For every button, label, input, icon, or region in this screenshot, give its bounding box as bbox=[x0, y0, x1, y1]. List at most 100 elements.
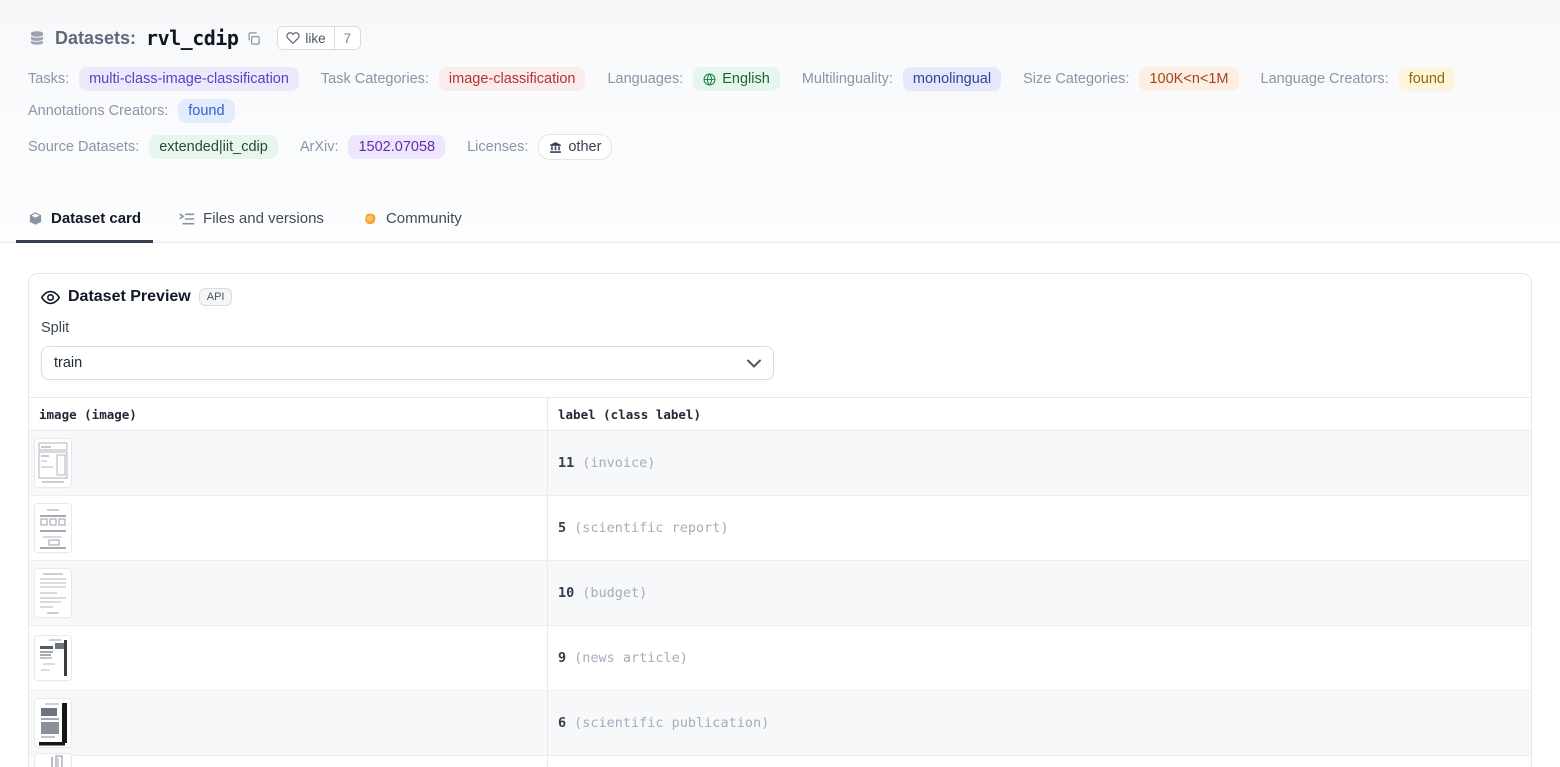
document-thumbnail bbox=[35, 504, 71, 552]
document-thumbnail bbox=[35, 699, 71, 747]
copy-icon[interactable] bbox=[246, 31, 261, 46]
label-cell bbox=[548, 756, 1531, 767]
tab-community[interactable]: Community bbox=[350, 202, 474, 243]
label-name: (budget) bbox=[582, 585, 647, 601]
tag-row-1: Tasks: multi-class-image-classification … bbox=[28, 67, 1532, 123]
database-icon bbox=[28, 29, 46, 47]
label-id: 6 bbox=[558, 715, 566, 731]
chevron-down-icon bbox=[747, 359, 761, 368]
tag-license[interactable]: other bbox=[538, 134, 612, 160]
api-button[interactable]: API bbox=[199, 288, 233, 306]
tag-group-label: Tasks: bbox=[28, 71, 69, 87]
tab-label: Files and versions bbox=[203, 210, 324, 227]
label-id: 10 bbox=[558, 585, 574, 601]
document-thumbnail bbox=[35, 636, 71, 680]
split-label: Split bbox=[29, 306, 1531, 336]
like-count[interactable]: 7 bbox=[334, 27, 361, 49]
title-row: Datasets: rvl_cdip like 7 bbox=[28, 26, 1532, 50]
tag-group-label: Annotations Creators: bbox=[28, 103, 168, 119]
dataset-name: rvl_cdip bbox=[146, 26, 238, 50]
split-select-value: train bbox=[54, 355, 82, 371]
tag-group-language-creators: Language Creators: found bbox=[1261, 67, 1455, 91]
tag-group-licenses: Licenses: other bbox=[467, 134, 612, 160]
table-row: 10 (budget) bbox=[29, 561, 1531, 626]
tag-group-arxiv: ArXiv: 1502.07058 bbox=[300, 135, 445, 159]
image-cell bbox=[29, 431, 548, 495]
label-cell: 9 (news article) bbox=[548, 626, 1531, 690]
image-cell bbox=[29, 626, 548, 690]
tag-language-creators[interactable]: found bbox=[1399, 67, 1455, 91]
table-row: 11 (invoice) bbox=[29, 431, 1531, 496]
tag-multilinguality[interactable]: monolingual bbox=[903, 67, 1001, 91]
tag-group-label: Languages: bbox=[607, 71, 683, 87]
dataset-header: Datasets: rvl_cdip like 7 Tasks: multi-c… bbox=[0, 0, 1560, 176]
tab-label: Dataset card bbox=[51, 210, 141, 227]
preview-title: Dataset Preview bbox=[68, 288, 191, 306]
column-header-image: image (image) bbox=[39, 407, 137, 422]
tag-group-source-datasets: Source Datasets: extended|iit_cdip bbox=[28, 135, 278, 159]
section-label: Datasets: bbox=[55, 28, 136, 49]
tag-group-label: Source Datasets: bbox=[28, 139, 139, 155]
bank-icon bbox=[549, 141, 562, 154]
tag-group-languages: Languages: English bbox=[607, 67, 779, 91]
split-select[interactable]: train bbox=[41, 346, 774, 380]
tag-language[interactable]: English bbox=[693, 67, 780, 91]
table-header-row: image (image) label (class label) bbox=[29, 398, 1531, 431]
label-cell: 11 (invoice) bbox=[548, 431, 1531, 495]
like-button[interactable]: like bbox=[278, 27, 333, 49]
dataset-preview-card: Dataset Preview API Split train image (i… bbox=[28, 273, 1532, 767]
label-cell: 10 (budget) bbox=[548, 561, 1531, 625]
label-name: (news article) bbox=[574, 650, 688, 666]
label-name: (scientific publication) bbox=[574, 715, 769, 731]
tag-group-annotations-creators: Annotations Creators: found bbox=[28, 99, 235, 123]
tag-group-multilinguality: Multilinguality: monolingual bbox=[802, 67, 1001, 91]
label-cell: 5 (scientific report) bbox=[548, 496, 1531, 560]
tag-size-category[interactable]: 100K<n<1M bbox=[1139, 67, 1238, 91]
tag-task-category[interactable]: image-classification bbox=[439, 67, 586, 91]
preview-table: image (image) label (class label) bbox=[29, 397, 1531, 767]
globe-icon bbox=[703, 73, 716, 86]
tag-group-label: Size Categories: bbox=[1023, 71, 1129, 87]
tag-group-label: Task Categories: bbox=[321, 71, 429, 87]
table-row: 6 (scientific publication) bbox=[29, 691, 1531, 756]
cube-icon bbox=[28, 211, 43, 226]
tag-group-label: Licenses: bbox=[467, 139, 528, 155]
content-area: Dataset Preview API Split train image (i… bbox=[0, 243, 1560, 767]
label-name: (invoice) bbox=[582, 455, 655, 471]
document-thumbnail bbox=[35, 439, 71, 487]
image-cell bbox=[29, 691, 548, 755]
image-cell bbox=[29, 496, 548, 560]
table-row: 5 (scientific report) bbox=[29, 496, 1531, 561]
column-header-label: label (class label) bbox=[558, 407, 701, 422]
community-icon bbox=[362, 211, 378, 227]
label-id: 9 bbox=[558, 650, 566, 666]
label-name: (scientific report) bbox=[574, 520, 728, 536]
versions-icon bbox=[179, 212, 195, 226]
tag-source-dataset[interactable]: extended|iit_cdip bbox=[149, 135, 278, 159]
tag-group-tasks: Tasks: multi-class-image-classification bbox=[28, 67, 299, 91]
tab-files-and-versions[interactable]: Files and versions bbox=[167, 202, 336, 243]
eye-icon bbox=[41, 290, 60, 305]
image-cell bbox=[29, 561, 548, 625]
tab-dataset-card[interactable]: Dataset card bbox=[16, 202, 153, 243]
like-label: like bbox=[305, 31, 325, 46]
document-thumbnail bbox=[35, 754, 71, 767]
heart-icon bbox=[286, 31, 300, 45]
tag-group-label: ArXiv: bbox=[300, 139, 339, 155]
tag-tasks[interactable]: multi-class-image-classification bbox=[79, 67, 299, 91]
label-cell: 6 (scientific publication) bbox=[548, 691, 1531, 755]
preview-header: Dataset Preview API bbox=[29, 274, 1531, 306]
table-row: 9 (news article) bbox=[29, 626, 1531, 691]
tag-row-2: Source Datasets: extended|iit_cdip ArXiv… bbox=[28, 134, 1532, 176]
tab-label: Community bbox=[386, 210, 462, 227]
dataset-page: Datasets: rvl_cdip like 7 Tasks: multi-c… bbox=[0, 0, 1560, 767]
tag-annotations-creators[interactable]: found bbox=[178, 99, 234, 123]
like-widget: like 7 bbox=[277, 26, 361, 50]
tag-group-label: Multilinguality: bbox=[802, 71, 893, 87]
table-row-partial bbox=[29, 756, 1531, 767]
tag-group-label: Language Creators: bbox=[1261, 71, 1389, 87]
label-id: 11 bbox=[558, 455, 574, 471]
tag-group-task-categories: Task Categories: image-classification bbox=[321, 67, 586, 91]
document-thumbnail bbox=[35, 569, 71, 617]
tag-arxiv[interactable]: 1502.07058 bbox=[348, 135, 445, 159]
